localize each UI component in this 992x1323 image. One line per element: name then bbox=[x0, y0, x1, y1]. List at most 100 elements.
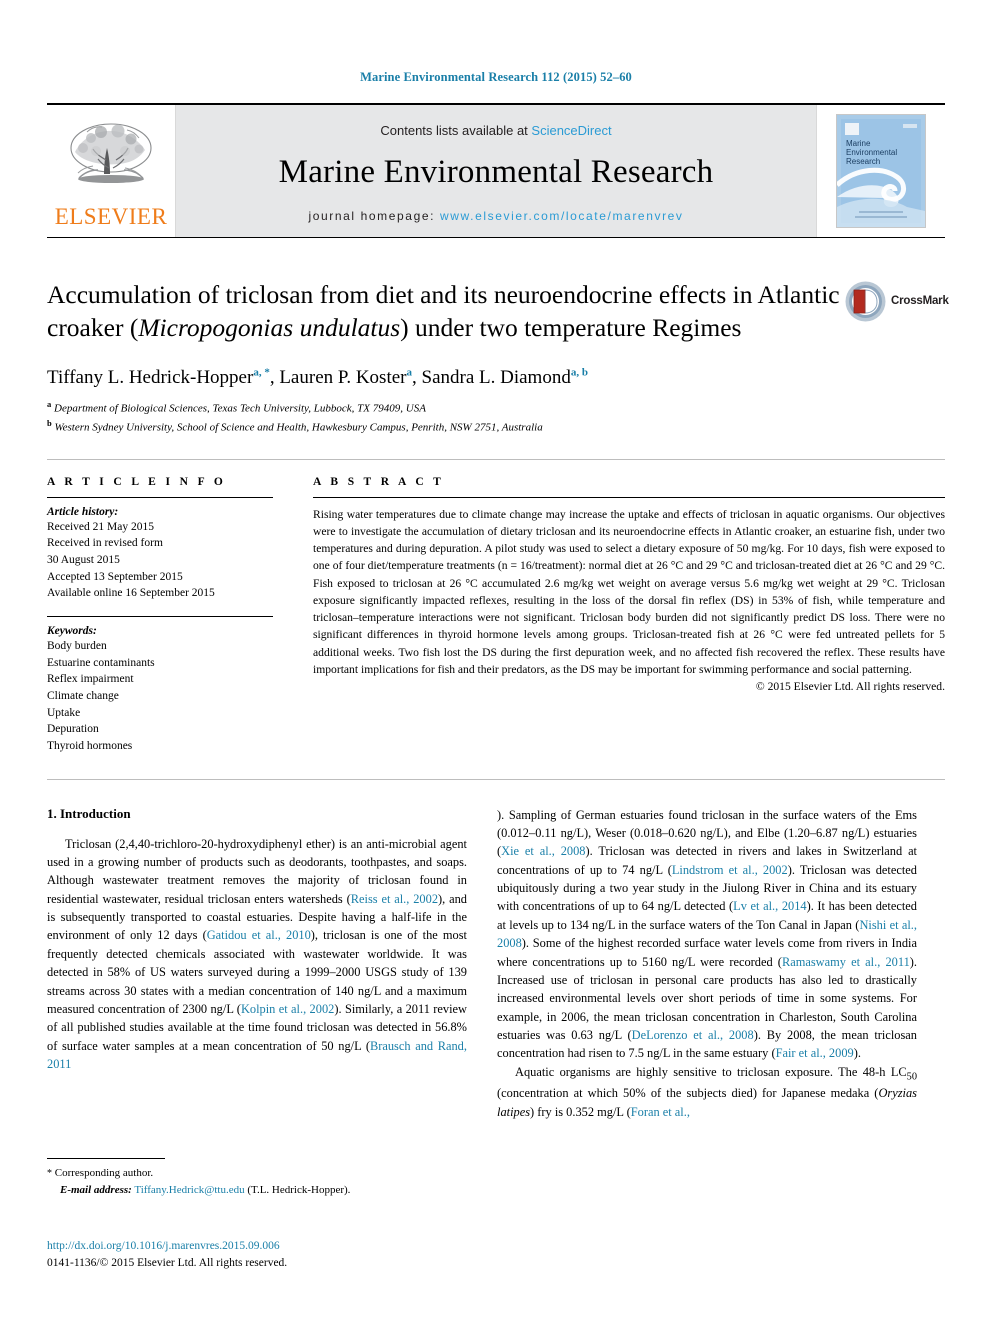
journal-cover-thumbnail: Marine Environmental Research bbox=[836, 114, 926, 228]
crossmark-badge[interactable]: CrossMark bbox=[845, 276, 949, 326]
citation-reiss[interactable]: Reiss et al., 2002 bbox=[351, 892, 438, 906]
history-item: Available online 16 September 2015 bbox=[47, 587, 215, 600]
publisher-logo-block: ELSEVIER bbox=[47, 105, 176, 237]
intro-text-chunk: ). bbox=[853, 1046, 861, 1061]
citation-foran[interactable]: Foran et al., bbox=[631, 1105, 690, 1119]
author-3-marks: a, b bbox=[570, 366, 588, 379]
history-item: 30 August 2015 bbox=[47, 553, 120, 566]
author-sep-2: , bbox=[412, 367, 422, 389]
email-line: E-mail address: Tiffany.Hedrick@ttu.edu … bbox=[60, 1182, 467, 1199]
article-info-heading: A R T I C L E I N F O bbox=[47, 475, 227, 488]
keyword-item: Reflex impairment bbox=[47, 673, 134, 686]
intro-text-chunk: (concentration at which 50% of the subje… bbox=[497, 1086, 879, 1101]
author-2: Lauren P. Kostera bbox=[279, 367, 412, 388]
author-list: Tiffany L. Hedrick-Hoppera, *, Lauren P.… bbox=[47, 366, 945, 390]
abstract-rule bbox=[313, 496, 945, 498]
history-item: Received in revised form bbox=[47, 537, 163, 550]
divider-below-abstract bbox=[47, 778, 945, 780]
homepage-prefix-text: journal homepage: bbox=[308, 209, 440, 223]
contents-prefix-text: Contents lists available at bbox=[380, 123, 532, 138]
journal-masthead: ELSEVIER Contents lists available at Sci… bbox=[47, 103, 945, 238]
svg-text:Marine: Marine bbox=[846, 139, 871, 148]
section-heading-introduction: 1. Introduction bbox=[47, 805, 131, 821]
journal-homepage-line: journal homepage: www.elsevier.com/locat… bbox=[308, 209, 683, 223]
affiliation-b: b Western Sydney University, School of S… bbox=[47, 417, 945, 436]
running-head: Marine Environmental Research 112 (2015)… bbox=[360, 70, 632, 84]
abstract-heading: A B S T R A C T bbox=[313, 475, 445, 488]
lc50-subscript: 50 bbox=[906, 1071, 917, 1083]
intro-paragraph-right-2: Aquatic organisms are highly sensitive t… bbox=[497, 1063, 917, 1121]
keyword-item: Uptake bbox=[47, 706, 81, 719]
author-1: Tiffany L. Hedrick-Hoppera, * bbox=[47, 367, 270, 388]
paper-page: Marine Environmental Research 112 (2015)… bbox=[0, 0, 992, 1323]
keyword-item: Estuarine contaminants bbox=[47, 656, 155, 669]
corresponding-email-link[interactable]: Tiffany.Hedrick@ttu.edu bbox=[134, 1184, 244, 1196]
affiliation-a-text: Department of Biological Sciences, Texas… bbox=[54, 402, 426, 415]
citation-kolpin[interactable]: Kolpin et al., 2002 bbox=[241, 1002, 334, 1016]
article-history-heading: Article history: bbox=[47, 505, 119, 518]
corresponding-author-label: Corresponding author. bbox=[52, 1167, 154, 1179]
article-info-rule bbox=[47, 496, 273, 498]
keywords-heading: Keywords: bbox=[47, 624, 97, 637]
author-1-marks: a, * bbox=[253, 366, 270, 379]
author-1-name: Tiffany L. Hedrick-Hopper bbox=[47, 367, 254, 389]
keyword-item: Climate change bbox=[47, 689, 119, 702]
citation-gatidou[interactable]: Gatidou et al., 2010 bbox=[207, 928, 311, 942]
intro-text-chunk: Aquatic organisms are highly sensitive t… bbox=[515, 1064, 907, 1079]
doi-block: http://dx.doi.org/10.1016/j.marenvres.20… bbox=[47, 1238, 467, 1273]
footnote-rule bbox=[47, 1158, 165, 1159]
body-column-right: ). Sampling of German estuaries found tr… bbox=[497, 806, 917, 1122]
footnote-block: * Corresponding author. E-mail address: … bbox=[47, 1158, 467, 1198]
citation-xie[interactable]: Xie et al., 2008 bbox=[501, 844, 585, 858]
abstract-column: A B S T R A C T Rising water temperature… bbox=[313, 476, 945, 755]
title-block: Accumulation of triclosan from diet and … bbox=[47, 276, 949, 344]
history-item: Received 21 May 2015 bbox=[47, 520, 154, 533]
title-text-part2: ) under two temperature Regimes bbox=[400, 313, 742, 343]
citation-delorenzo[interactable]: DeLorenzo et al., 2008 bbox=[632, 1028, 754, 1042]
body-column-left: 1. Introduction Triclosan (2,4,40-trichl… bbox=[47, 806, 467, 1122]
crossmark-label: CrossMark bbox=[891, 295, 949, 307]
intro-paragraph-right: ). Sampling of German estuaries found tr… bbox=[497, 806, 917, 1063]
corresponding-author-line: * Corresponding author. bbox=[47, 1165, 467, 1182]
body-columns: 1. Introduction Triclosan (2,4,40-trichl… bbox=[47, 806, 945, 1122]
elsevier-tree-icon bbox=[63, 118, 159, 204]
citation-fair[interactable]: Fair et al., 2009 bbox=[776, 1046, 854, 1060]
svg-text:Environmental: Environmental bbox=[846, 148, 897, 157]
abstract-text: Rising water temperatures due to climate… bbox=[313, 507, 945, 676]
page-title: Accumulation of triclosan from diet and … bbox=[47, 278, 847, 344]
info-abstract-row: A R T I C L E I N F O Article history: R… bbox=[47, 476, 945, 755]
affiliation-b-text: Western Sydney University, School of Sci… bbox=[54, 421, 543, 434]
intro-paragraph-left: Triclosan (2,4,40-trichloro-20-hydroxydi… bbox=[47, 835, 467, 1074]
affiliation-list: a Department of Biological Sciences, Tex… bbox=[47, 398, 945, 437]
email-label: E-mail address: bbox=[60, 1183, 132, 1196]
affiliation-b-mark: b bbox=[47, 418, 52, 429]
contents-available-line: Contents lists available at ScienceDirec… bbox=[380, 123, 611, 138]
journal-homepage-link[interactable]: www.elsevier.com/locate/marenvrev bbox=[440, 209, 684, 223]
sciencedirect-link[interactable]: ScienceDirect bbox=[531, 123, 611, 138]
author-sep-1: , bbox=[269, 367, 280, 389]
email-suffix: (T.L. Hedrick-Hopper). bbox=[244, 1183, 351, 1196]
history-item: Accepted 13 September 2015 bbox=[47, 570, 183, 583]
author-3-name: Sandra L. Diamond bbox=[421, 367, 571, 389]
keyword-item: Body burden bbox=[47, 639, 107, 652]
divider-above-abstract bbox=[47, 458, 945, 460]
journal-title: Marine Environmental Research bbox=[278, 154, 714, 190]
svg-text:Research: Research bbox=[846, 157, 880, 166]
keyword-item: Depuration bbox=[47, 723, 99, 736]
journal-cover-block: Marine Environmental Research bbox=[816, 105, 945, 237]
author-2-name: Lauren P. Koster bbox=[279, 367, 407, 389]
keywords-block: Keywords: Body burden Estuarine contamin… bbox=[47, 615, 273, 755]
citation-lindstrom[interactable]: Lindstrom et al., 2002 bbox=[672, 863, 788, 877]
issn-copyright-line: 0141-1136/© 2015 Elsevier Ltd. All right… bbox=[47, 1257, 288, 1270]
citation-lv[interactable]: Lv et al., 2014 bbox=[733, 899, 806, 913]
doi-link[interactable]: http://dx.doi.org/10.1016/j.marenvres.20… bbox=[47, 1238, 467, 1255]
keyword-item: Thyroid hormones bbox=[47, 739, 133, 752]
author-3: Sandra L. Diamonda, b bbox=[422, 367, 588, 388]
intro-text-chunk: ) fry is 0.352 mg/L ( bbox=[530, 1104, 631, 1119]
title-species-italic: Micropogonias undulatus bbox=[138, 313, 401, 343]
affiliation-a-mark: a bbox=[47, 399, 52, 410]
crossmark-icon bbox=[845, 281, 886, 321]
citation-ramaswamy[interactable]: Ramaswamy et al., 2011 bbox=[782, 955, 910, 969]
masthead-center: Contents lists available at ScienceDirec… bbox=[176, 105, 816, 237]
keywords-rule bbox=[47, 615, 273, 617]
